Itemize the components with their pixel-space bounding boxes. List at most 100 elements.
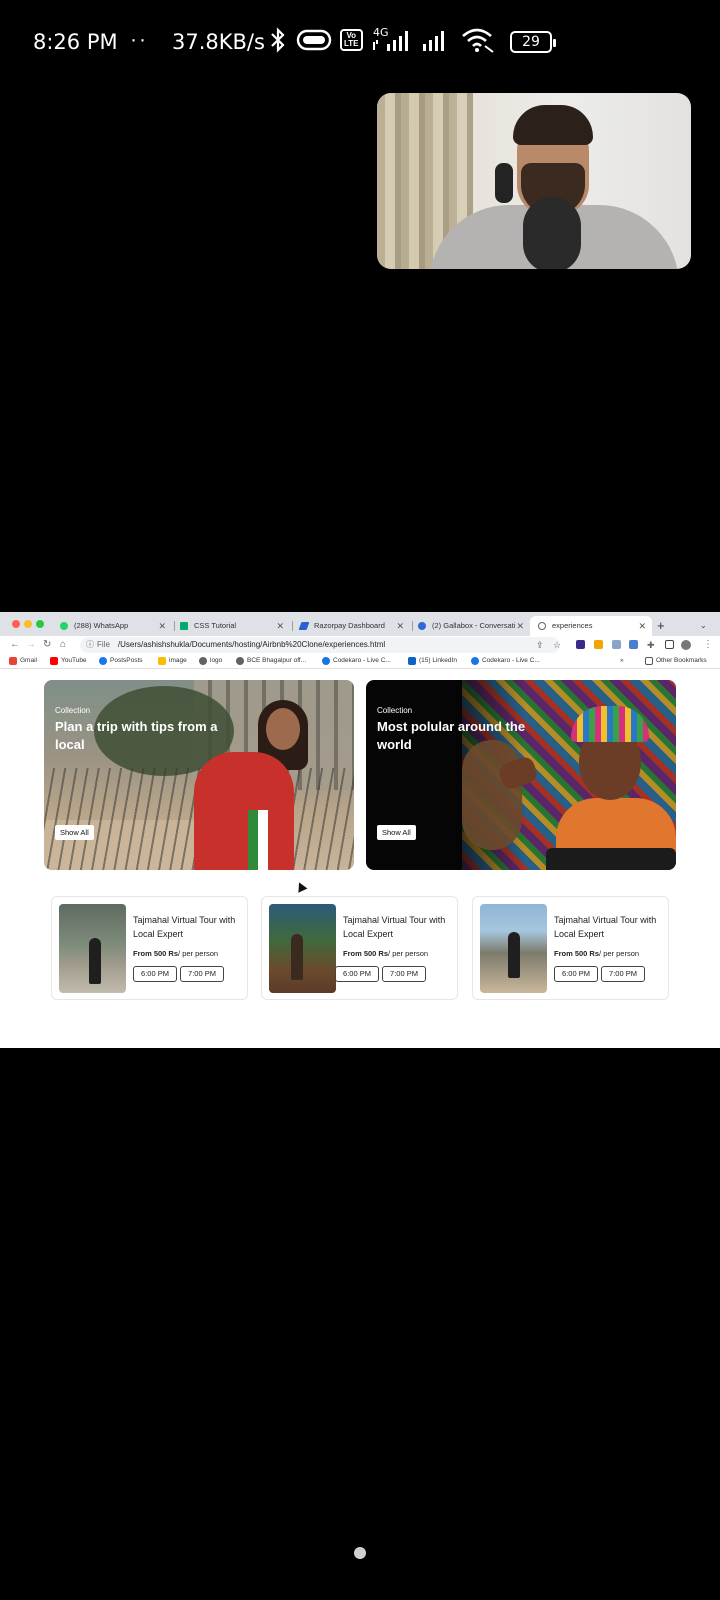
whatsapp-icon: [60, 622, 68, 630]
close-tab-icon[interactable]: ✕: [158, 616, 166, 636]
extension-icon[interactable]: [594, 640, 603, 649]
bookmark-linkedin[interactable]: (15) LinkedIn: [408, 655, 457, 667]
site-info-icon[interactable]: ⓘ: [86, 640, 94, 649]
codekaro-icon: [322, 657, 330, 665]
bookmark-logo[interactable]: logo: [199, 655, 222, 667]
status-dots: ··: [130, 28, 148, 51]
minimize-window-button[interactable]: [24, 620, 32, 628]
signal-icon-2: [422, 31, 444, 51]
codekaro-icon: [471, 657, 479, 665]
page-content: Collection Plan a trip with tips from a …: [0, 670, 720, 1048]
bookmark-bce[interactable]: BCE Bhagalpur off...: [236, 655, 306, 667]
new-tab-button[interactable]: +: [657, 616, 665, 636]
address-bar[interactable]: ⓘ File/Users/ashishshukla/Documents/hosti…: [80, 637, 560, 653]
other-bookmarks[interactable]: Other Bookmarks: [645, 655, 707, 667]
status-bar: 8:26 PM ·· 37.8KB/s Vo LTE 4G 29: [0, 0, 720, 86]
bookmark-codekaro[interactable]: Codekaro - Live C...: [322, 655, 391, 667]
volte-icon: Vo LTE: [340, 29, 363, 51]
hero-card-local-tips[interactable]: Collection Plan a trip with tips from a …: [44, 680, 354, 870]
image-icon: [158, 657, 166, 665]
forward-button[interactable]: →: [26, 638, 36, 652]
maximize-window-button[interactable]: [36, 620, 44, 628]
toggle-icon: [296, 29, 332, 51]
bookmark-image[interactable]: image: [158, 655, 187, 667]
time-slot-button[interactable]: 7:00 PM: [180, 966, 224, 982]
chair-image: [495, 163, 513, 203]
reload-button[interactable]: ↻: [43, 638, 51, 652]
experience-thumbnail: [269, 904, 336, 993]
time-slot-button[interactable]: 7:00 PM: [382, 966, 426, 982]
gallabox-icon: [418, 622, 426, 630]
hero-kicker: Collection: [55, 706, 91, 715]
share-icon[interactable]: ⇪: [536, 638, 544, 652]
battery-level: 29: [522, 34, 540, 50]
hero-title: Most polular around the world: [377, 719, 526, 752]
folder-icon: [645, 657, 653, 665]
tab-razorpay[interactable]: Razorpay Dashboard ✕: [292, 616, 410, 636]
bookmark-gmail[interactable]: Gmail: [9, 655, 37, 667]
bookmark-youtube[interactable]: YouTube: [50, 655, 87, 667]
experience-card[interactable]: Tajmahal Virtual Tour with Local Expert …: [472, 896, 669, 1000]
experience-title: Tajmahal Virtual Tour with Local Expert: [133, 915, 236, 939]
tab-label: (288) WhatsApp: [74, 621, 129, 630]
show-all-button[interactable]: Show All: [377, 825, 416, 840]
menu-icon[interactable]: ⋮: [703, 638, 713, 652]
wifi-icon: [461, 28, 494, 53]
bookmark-postsposts[interactable]: PostsPosts: [99, 655, 143, 667]
woman-dress: [194, 752, 294, 870]
tab-css-tutorial[interactable]: CSS Tutorial ✕: [172, 616, 290, 636]
hero-title: Plan a trip with tips from a local: [55, 719, 218, 752]
microphone-image: [523, 197, 581, 269]
network-type-label: 4G: [373, 26, 389, 39]
flag-scarf: [248, 810, 278, 870]
browser-window: (288) WhatsApp ✕ CSS Tutorial ✕ Razorpay…: [0, 612, 720, 1048]
tab-experiences[interactable]: experiences ✕: [530, 616, 652, 636]
extension-icon[interactable]: [612, 640, 621, 649]
facebook-icon: [99, 657, 107, 665]
status-time: 8:26 PM: [33, 30, 118, 54]
bluetooth-icon: [271, 27, 285, 53]
signal-icon: 4G: [372, 26, 408, 51]
home-indicator[interactable]: [354, 1547, 366, 1559]
puzzle-extensions-icon[interactable]: ✚: [647, 638, 655, 652]
bookmarks-overflow[interactable]: »: [620, 655, 624, 667]
close-tab-icon[interactable]: ✕: [396, 616, 404, 636]
side-panel-icon[interactable]: [665, 640, 674, 649]
experience-price: From 500 Rs/ per person: [554, 949, 640, 958]
razorpay-icon: [298, 622, 310, 630]
close-tab-icon[interactable]: ✕: [516, 616, 524, 636]
linkedin-icon: [408, 657, 416, 665]
carved-mask-image: [462, 740, 522, 850]
url-text: /Users/ashishshukla/Documents/hosting/Ai…: [117, 640, 386, 649]
profile-avatar[interactable]: [681, 640, 691, 650]
globe-icon: [538, 622, 546, 630]
youtube-icon: [50, 657, 58, 665]
extension-icon[interactable]: [576, 640, 585, 649]
experience-title: Tajmahal Virtual Tour with Local Expert: [554, 915, 657, 939]
bookmark-star-icon[interactable]: ☆: [553, 638, 561, 652]
close-tab-icon[interactable]: ✕: [638, 616, 646, 636]
network-speed: 37.8KB/s: [172, 30, 265, 54]
tab-whatsapp[interactable]: (288) WhatsApp ✕: [52, 616, 172, 636]
time-slot-button[interactable]: 6:00 PM: [133, 966, 177, 982]
tab-search-chevron-icon[interactable]: ⌄: [700, 618, 707, 634]
back-button[interactable]: ←: [10, 638, 20, 652]
time-slot-button[interactable]: 6:00 PM: [554, 966, 598, 982]
time-slot-button[interactable]: 7:00 PM: [601, 966, 645, 982]
show-all-button[interactable]: Show All: [55, 825, 94, 840]
experience-card[interactable]: Tajmahal Virtual Tour with Local Expert …: [51, 896, 248, 1000]
experience-card[interactable]: Tajmahal Virtual Tour with Local Expert …: [261, 896, 458, 1000]
bookmark-codekaro-2[interactable]: Codekaro - Live C...: [471, 655, 540, 667]
person-figure: [291, 934, 303, 980]
gmail-icon: [9, 657, 17, 665]
time-slot-button[interactable]: 6:00 PM: [335, 966, 379, 982]
webcam-overlay: [377, 93, 691, 269]
extension-icon[interactable]: [629, 640, 638, 649]
globe-icon: [236, 657, 244, 665]
hero-card-popular[interactable]: Collection Most polular around the world…: [366, 680, 676, 870]
tab-gallabox[interactable]: (2) Gallabox - Conversati ✕: [410, 616, 530, 636]
close-tab-icon[interactable]: ✕: [276, 616, 284, 636]
home-button[interactable]: ⌂: [60, 638, 66, 652]
close-window-button[interactable]: [12, 620, 20, 628]
experience-price: From 500 Rs/ per person: [133, 949, 219, 958]
